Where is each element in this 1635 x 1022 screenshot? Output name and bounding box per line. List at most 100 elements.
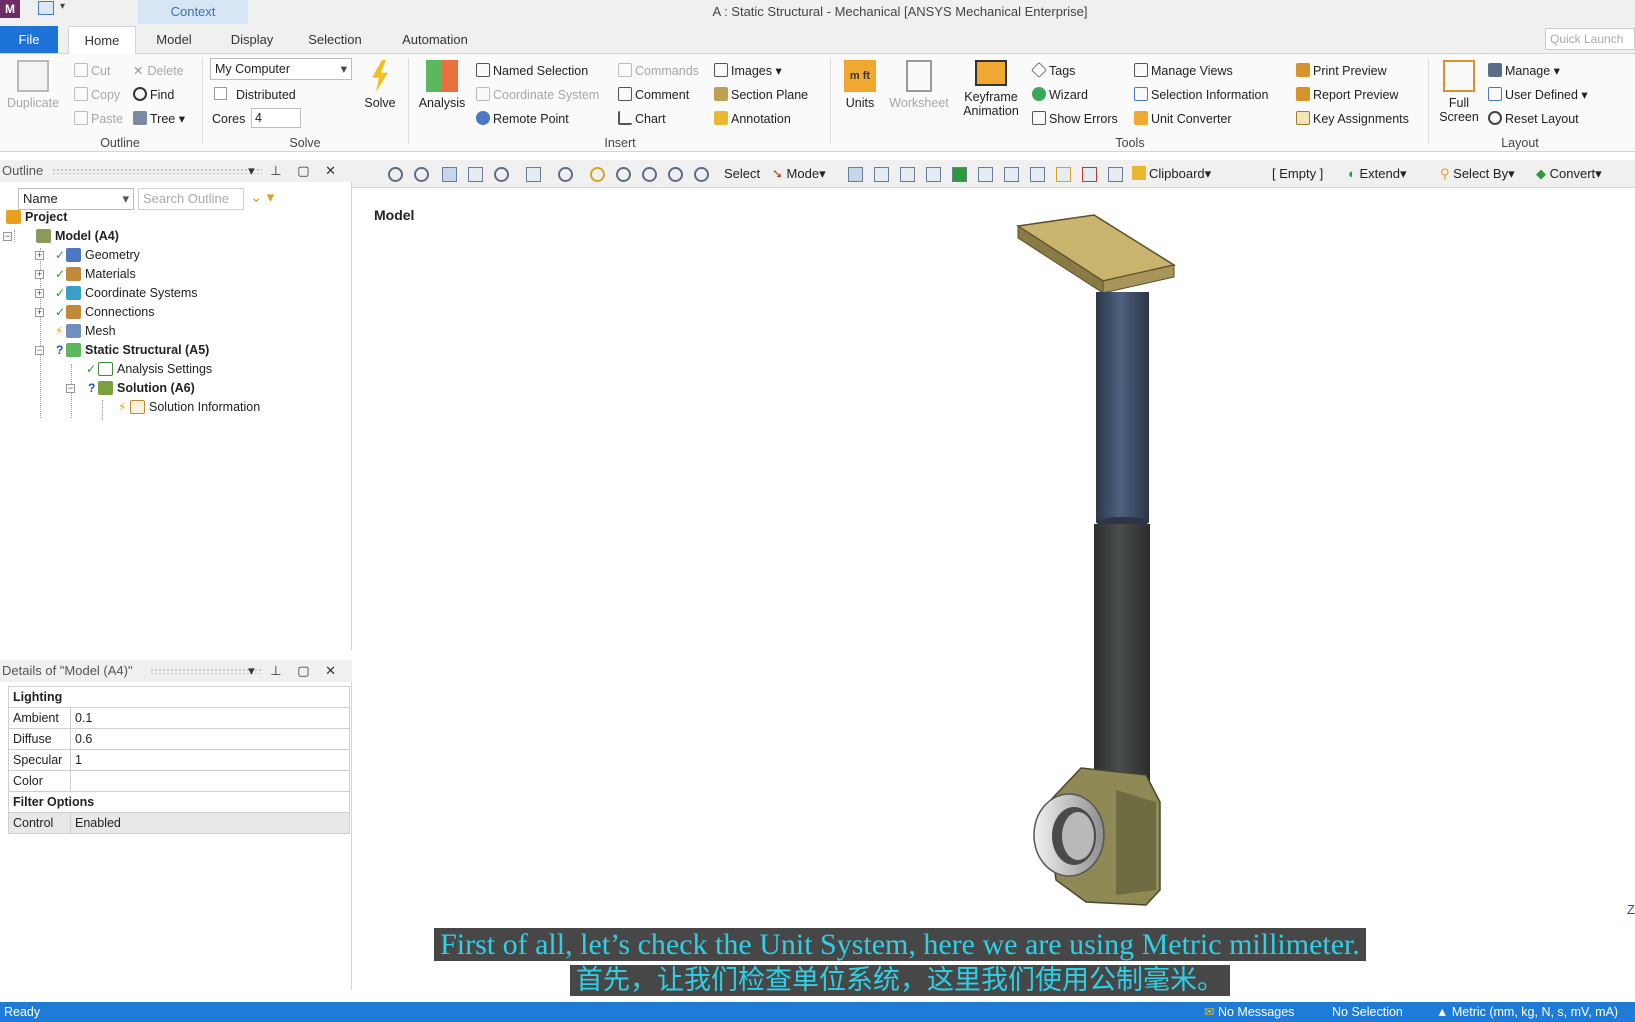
coordinate-system-button[interactable]: Coordinate System	[476, 87, 599, 103]
pan-icon[interactable]	[590, 167, 605, 182]
model-geometry[interactable]	[356, 190, 1635, 1000]
manage-layout-button[interactable]: Manage ▾	[1488, 63, 1560, 79]
tree-item-connections[interactable]: Connections	[66, 303, 155, 321]
convert-dropdown[interactable]: ◆ Convert▾	[1536, 165, 1602, 183]
tree-item-project[interactable]: Project	[6, 208, 67, 226]
tab-model[interactable]: Model	[148, 26, 200, 54]
select-element-face-icon[interactable]	[978, 167, 993, 182]
panel-grip[interactable]	[150, 668, 262, 674]
chevron-down-icon[interactable]: ⌄ ▾	[250, 188, 274, 206]
keyframe-animation-button[interactable]: Keyframe Animation	[956, 60, 1026, 118]
tree-item-static-structural[interactable]: Static Structural (A5)	[66, 341, 209, 359]
find-button[interactable]: Find	[133, 87, 174, 103]
worksheet-button[interactable]: Worksheet	[886, 60, 952, 110]
details-value-control[interactable]: Enabled	[70, 812, 350, 834]
zoom-icon[interactable]	[616, 167, 631, 182]
collapse-toggle[interactable]: −	[3, 232, 12, 241]
named-selection-button[interactable]: Named Selection	[476, 63, 588, 79]
units-button[interactable]: m ft Units	[836, 60, 884, 110]
selection-information-button[interactable]: Selection Information	[1134, 87, 1268, 103]
distributed-checkbox[interactable]	[214, 87, 227, 100]
print-preview-button[interactable]: Print Preview	[1296, 63, 1387, 79]
clipboard-dropdown[interactable]: Clipboard▾	[1132, 165, 1211, 183]
quick-access-dropdown-icon[interactable]: ▾	[60, 1, 65, 12]
user-defined-button[interactable]: User Defined ▾	[1488, 87, 1588, 103]
save-icon[interactable]	[38, 1, 54, 15]
select-body-icon[interactable]	[926, 167, 941, 182]
tree-item-solution[interactable]: Solution (A6)	[98, 379, 195, 397]
rotate-icon[interactable]	[558, 167, 573, 182]
zoom-to-fit-icon[interactable]	[668, 167, 683, 182]
quick-launch-input[interactable]: Quick Launch	[1545, 28, 1635, 50]
solve-computer-dropdown[interactable]: My Computer	[210, 58, 352, 80]
zoom-out-icon[interactable]	[414, 167, 429, 182]
expand-toggle[interactable]: +	[35, 251, 44, 260]
expand-toggle[interactable]: +	[35, 270, 44, 279]
select-mesh-icon[interactable]	[1030, 167, 1045, 182]
details-value-color[interactable]	[70, 770, 350, 792]
zoom-fit-icon[interactable]	[642, 167, 657, 182]
graphics-viewport[interactable]: Model Z	[356, 190, 1635, 1000]
tree-item-geometry[interactable]: Geometry	[66, 246, 140, 264]
context-tab[interactable]: Context	[138, 0, 248, 24]
hide-icon[interactable]	[1082, 167, 1097, 182]
collapse-toggle[interactable]: −	[35, 346, 44, 355]
outline-filter-dropdown[interactable]: Name	[18, 188, 134, 210]
select-edge-icon[interactable]	[874, 167, 889, 182]
tab-file[interactable]: File	[0, 26, 58, 53]
select-vertex-icon[interactable]	[848, 167, 863, 182]
select-all-icon[interactable]	[1056, 167, 1071, 182]
key-assignments-button[interactable]: Key Assignments	[1296, 111, 1409, 127]
outline-search-input[interactable]: Search Outline	[138, 188, 244, 210]
status-messages[interactable]: ✉ No Messages	[1204, 1002, 1294, 1022]
tab-display[interactable]: Display	[224, 26, 280, 54]
comment-button[interactable]: Comment	[618, 87, 689, 103]
show-errors-button[interactable]: Show Errors	[1032, 111, 1118, 127]
app-logo-icon[interactable]: M	[0, 0, 20, 18]
select-node-icon[interactable]	[952, 167, 967, 182]
iso-view-icon[interactable]	[442, 167, 457, 182]
details-value-diffuse[interactable]: 0.6	[70, 728, 350, 750]
tags-button[interactable]: Tags	[1031, 62, 1075, 79]
details-value-specular[interactable]: 1	[70, 749, 350, 771]
select-element-icon[interactable]	[1004, 167, 1019, 182]
tab-home[interactable]: Home	[68, 26, 136, 54]
images-button[interactable]: Images ▾	[714, 63, 782, 79]
tree-item-mesh[interactable]: Mesh	[66, 322, 116, 340]
tree-item-coordinate-systems[interactable]: Coordinate Systems	[66, 284, 198, 302]
select-face-icon[interactable]	[900, 167, 915, 182]
magnifier-icon[interactable]	[694, 167, 709, 182]
panel-window-buttons[interactable]: ▾ ⊥ ▢ ✕	[248, 660, 342, 682]
commands-button[interactable]: Commands	[618, 63, 699, 79]
panel-window-buttons[interactable]: ▾ ⊥ ▢ ✕	[248, 160, 342, 182]
reset-layout-button[interactable]: Reset Layout	[1488, 111, 1579, 127]
expand-toggle[interactable]: +	[35, 289, 44, 298]
tree-item-materials[interactable]: Materials	[66, 265, 136, 283]
collapse-toggle[interactable]: −	[66, 384, 75, 393]
tree-item-model[interactable]: Model (A4)	[36, 227, 119, 245]
copy-button[interactable]: Copy	[74, 87, 120, 103]
section-plane-button[interactable]: Section Plane	[714, 87, 808, 103]
look-at-icon[interactable]	[494, 167, 509, 182]
shaded-icon[interactable]	[468, 167, 483, 182]
status-units[interactable]: ▲ Metric (mm, kg, N, s, mV, mA)	[1436, 1002, 1618, 1022]
details-value-ambient[interactable]: 0.1	[70, 707, 350, 729]
tree-item-analysis-settings[interactable]: Analysis Settings	[98, 360, 212, 378]
paste-button[interactable]: Paste	[74, 111, 123, 127]
chart-button[interactable]: Chart	[618, 111, 666, 127]
cut-button[interactable]: Cut	[74, 63, 110, 79]
extend-dropdown[interactable]: ◐ Extend▾	[1348, 165, 1407, 183]
tree-button[interactable]: Tree ▾	[133, 111, 185, 127]
annotation-button[interactable]: Annotation	[714, 111, 791, 127]
cores-input[interactable]: 4	[251, 108, 301, 128]
report-preview-button[interactable]: Report Preview	[1296, 87, 1398, 103]
panel-grip[interactable]	[52, 168, 262, 174]
expand-toggle[interactable]: +	[35, 308, 44, 317]
tab-selection[interactable]: Selection	[300, 26, 370, 54]
full-screen-button[interactable]: Full Screen	[1434, 60, 1484, 124]
select-mode-dropdown[interactable]: ➘ Mode▾	[772, 165, 826, 183]
show-icon[interactable]	[1108, 167, 1123, 182]
tree-item-solution-information[interactable]: Solution Information	[130, 398, 260, 416]
select-by-dropdown[interactable]: ⚲ Select By▾	[1440, 165, 1515, 183]
analysis-button[interactable]: Analysis	[414, 60, 470, 110]
